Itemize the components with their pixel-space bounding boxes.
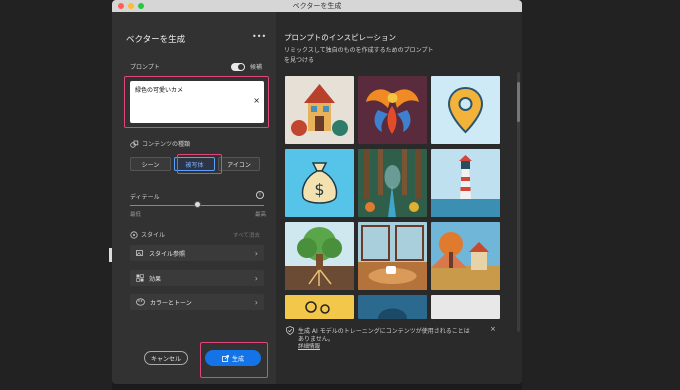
effects-label: 効果 bbox=[149, 275, 162, 283]
inspiration-thumb-tree[interactable] bbox=[285, 222, 354, 290]
info-icon[interactable]: i bbox=[256, 191, 264, 199]
background-left bbox=[0, 0, 112, 390]
forest-illustration bbox=[358, 149, 427, 217]
color-tone-row[interactable]: カラーとトーン › bbox=[130, 294, 264, 310]
shield-check-icon bbox=[286, 326, 294, 335]
inspiration-panel: プロンプトのインスピレーション リミックスして独自のものを作成するためのプロンプ… bbox=[276, 12, 522, 384]
titlebar: ベクターを生成 bbox=[112, 0, 522, 12]
clear-prompt-icon[interactable]: × bbox=[253, 96, 260, 105]
phoenix-illustration bbox=[366, 89, 419, 134]
learn-more-link[interactable]: 詳細情報 bbox=[298, 342, 320, 350]
detail-min-label: 最低 bbox=[130, 212, 142, 218]
inspiration-title: プロンプトのインスピレーション bbox=[284, 33, 396, 42]
color-tone-label: カラーとトーン bbox=[150, 299, 192, 307]
content-type-icon[interactable]: アイコン bbox=[218, 157, 260, 171]
lighthouse-illustration bbox=[431, 155, 500, 217]
treehouse-illustration bbox=[291, 84, 348, 136]
chevron-right-icon: › bbox=[254, 297, 258, 307]
location-pin-icon bbox=[447, 86, 484, 134]
chevron-right-icon: › bbox=[254, 248, 258, 258]
content-type-label: コンテンツの種類 bbox=[142, 141, 191, 148]
content-type-header: コンテンツの種類 bbox=[130, 139, 190, 148]
detail-label: ディテール bbox=[130, 194, 160, 201]
close-window-button[interactable] bbox=[118, 3, 124, 9]
inspiration-thumb-row4-2[interactable] bbox=[358, 295, 427, 319]
inspiration-subtitle-1: リミックスして独自のものを作成するためのプロンプト bbox=[284, 47, 434, 54]
content-type-scene[interactable]: シーン bbox=[130, 157, 171, 171]
generate-button[interactable]: 生成 bbox=[205, 350, 261, 366]
svg-text:$: $ bbox=[314, 180, 324, 199]
style-reference-label: スタイル参照 bbox=[149, 250, 186, 258]
style-label: スタイル bbox=[141, 232, 166, 239]
suggestions-toggle[interactable] bbox=[231, 63, 245, 71]
subject-highlight bbox=[177, 154, 222, 174]
style-header: スタイル bbox=[130, 230, 165, 239]
inspiration-thumb-lighthouse[interactable] bbox=[431, 149, 500, 217]
prompt-label: プロンプト bbox=[130, 64, 160, 71]
scrollbar-thumb[interactable] bbox=[517, 82, 520, 122]
money-bag-icon: $ bbox=[301, 162, 338, 204]
settings-panel: ベクターを生成 ••• プロンプト 候補 緑色の可愛いカメ × コンテンツの種類… bbox=[112, 12, 276, 384]
inspiration-thumb-phoenix[interactable] bbox=[358, 76, 427, 144]
effects-row[interactable]: 効果 › bbox=[130, 270, 264, 286]
panel-title: ベクターを生成 bbox=[126, 35, 186, 45]
inspiration-thumb-autumn[interactable] bbox=[431, 222, 500, 290]
prompt-input[interactable]: 緑色の可愛いカメ × bbox=[130, 81, 264, 123]
minimize-window-button[interactable] bbox=[128, 3, 134, 9]
style-icon bbox=[130, 230, 138, 239]
ai-training-notice: 生成 AI モデルのトレーニングにコンテンツが使用されることは ありません。 詳… bbox=[282, 322, 510, 358]
more-options-button[interactable]: ••• bbox=[252, 32, 266, 41]
window-title: ベクターを生成 bbox=[292, 2, 342, 10]
cancel-button[interactable]: キャンセル bbox=[144, 351, 188, 365]
prompt-text: 緑色の可愛いカメ bbox=[135, 87, 184, 94]
window-controls bbox=[118, 3, 144, 9]
shapes-icon bbox=[130, 140, 139, 148]
style-reference-row[interactable]: スタイル参照 › bbox=[130, 245, 264, 261]
style-reference-icon bbox=[136, 250, 143, 256]
autumn-landscape-illustration bbox=[431, 232, 500, 290]
zoom-window-button[interactable] bbox=[138, 3, 144, 9]
inspiration-thumb-house[interactable] bbox=[285, 76, 354, 144]
generate-label: 生成 bbox=[231, 355, 244, 363]
background-right bbox=[522, 0, 680, 390]
inspiration-thumb-forest[interactable] bbox=[358, 149, 427, 217]
sky-illustration bbox=[378, 308, 407, 319]
inspiration-thumb-row4-3[interactable] bbox=[431, 295, 500, 319]
inspiration-scrollbar[interactable] bbox=[517, 72, 520, 332]
detail-max-label: 最高 bbox=[255, 212, 267, 218]
inspiration-subtitle-2: を見つける bbox=[284, 57, 315, 64]
close-notice-icon[interactable]: × bbox=[490, 325, 496, 333]
color-tone-icon bbox=[136, 298, 145, 306]
cafe-illustration bbox=[358, 222, 427, 290]
effects-icon bbox=[136, 274, 144, 282]
tree-illustration bbox=[285, 227, 354, 290]
chevron-right-icon: › bbox=[254, 273, 258, 283]
inspiration-thumb-cafe[interactable] bbox=[358, 222, 427, 290]
generate-icon bbox=[222, 354, 229, 362]
suggestions-label: 候補 bbox=[250, 64, 263, 71]
inspiration-thumb-money-bag[interactable]: $ bbox=[285, 149, 354, 217]
inspiration-thumb-row4-1[interactable] bbox=[285, 295, 354, 319]
generate-vector-dialog: ベクターを生成 ベクターを生成 ••• プロンプト 候補 緑色の可愛いカメ × … bbox=[112, 0, 522, 384]
person-icon bbox=[305, 301, 330, 314]
clear-all-styles[interactable]: すべて消去 bbox=[233, 231, 260, 239]
inspiration-thumb-location-pin[interactable] bbox=[431, 76, 500, 144]
detail-slider-knob[interactable] bbox=[193, 201, 201, 208]
